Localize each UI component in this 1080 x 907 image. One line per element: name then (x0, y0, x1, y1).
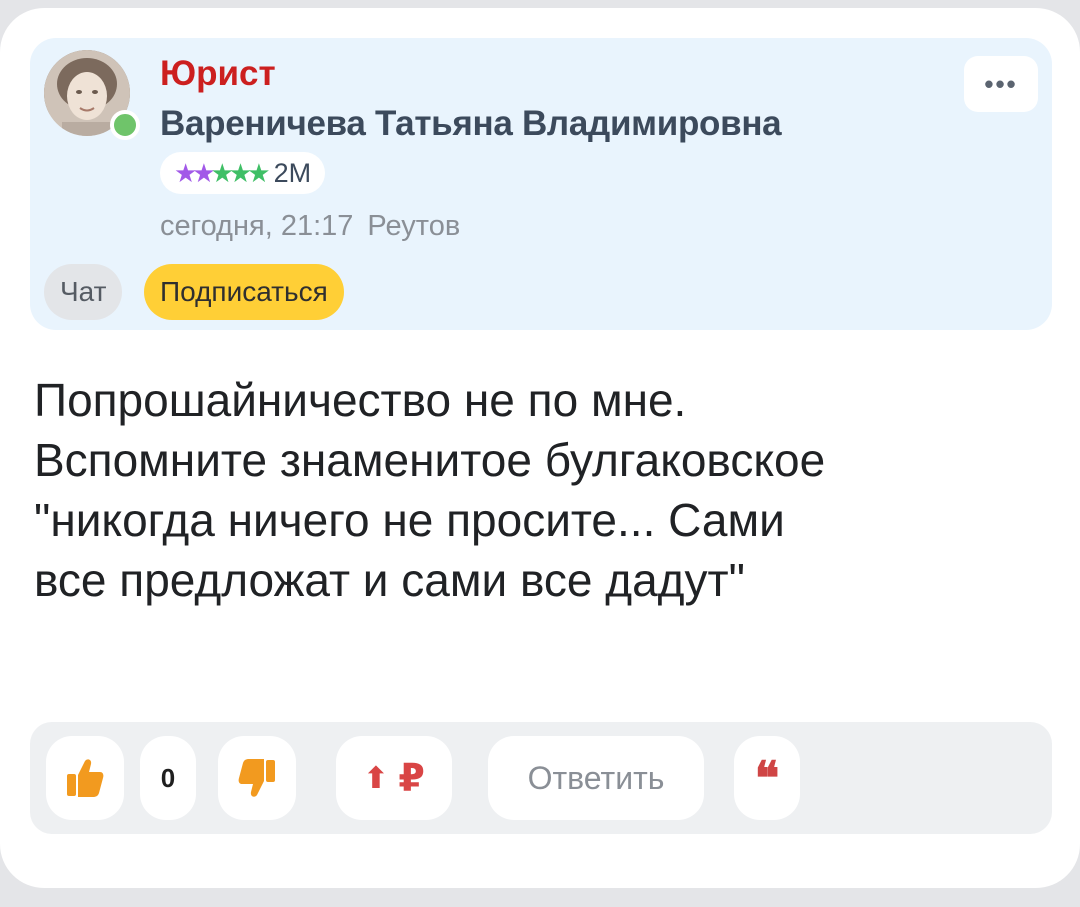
post-line: Вспомните знаменитое булгаковское (34, 434, 826, 486)
post-date: сегодня, 21:17 (160, 210, 354, 242)
online-status-dot (110, 110, 140, 140)
comment-card: Юрист Вареничева Татьяна Владимировна ★★… (0, 8, 1080, 888)
like-button[interactable] (46, 736, 124, 820)
post-line: все предложат и сами все дадут" (34, 554, 745, 606)
post-text: Попрошайничество не по мне. Вспомните зн… (34, 370, 1054, 610)
quote-icon: ❝ (754, 751, 780, 805)
thumbs-up-icon (67, 759, 104, 797)
author-name[interactable]: Вареничева Татьяна Владимировна (160, 104, 782, 144)
chat-button[interactable]: Чат (44, 264, 123, 320)
post-line: "никогда ничего не просите... Сами (34, 494, 785, 546)
tip-button[interactable]: ⬆ ₽ (336, 736, 452, 820)
rating-badge[interactable]: ★★★★★ 2M (160, 152, 326, 194)
more-options-button[interactable]: ••• (964, 56, 1038, 112)
thumbs-down-icon (238, 759, 275, 797)
subscribe-button[interactable]: Подписаться (144, 264, 344, 320)
reply-button[interactable]: Ответить (488, 736, 704, 820)
rating-count: 2M (273, 157, 312, 188)
quote-button[interactable]: ❝ (734, 736, 800, 820)
author-block: Юрист Вареничева Татьяна Владимировна ★★… (30, 38, 1052, 330)
more-icon: ••• (984, 68, 1018, 99)
action-bar: 0 ⬆ ₽ Ответить ❝ (30, 722, 1052, 834)
post-line: Попрошайничество не по мне. (34, 374, 687, 426)
author-role: Юрист (160, 54, 276, 93)
author-city: Реутов (367, 210, 461, 242)
vote-count: 0 (140, 736, 196, 820)
avatar-container[interactable] (44, 50, 154, 140)
post-meta: сегодня, 21:17 Реутов (160, 210, 460, 243)
dislike-button[interactable] (218, 736, 296, 820)
ruble-icon: ₽ (398, 757, 425, 800)
arrow-up-icon: ⬆ (363, 761, 389, 795)
rating-stars-icon: ★★★★★ (174, 158, 271, 188)
